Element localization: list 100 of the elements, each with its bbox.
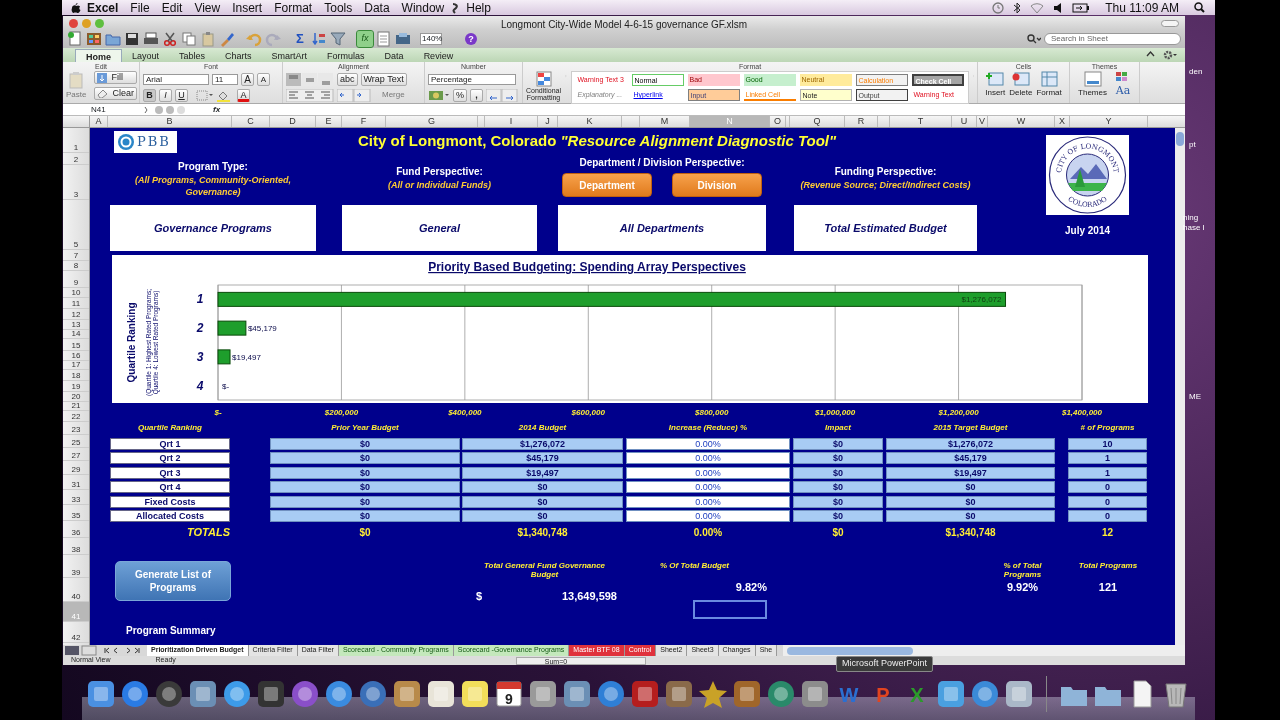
font-color-button[interactable]: A [237,88,250,102]
font-name-field[interactable]: Arial [143,73,209,85]
row-header[interactable]: 29 [63,461,89,475]
formula-builder-button[interactable]: fx [357,31,373,47]
app-icon[interactable] [290,679,320,709]
row-header[interactable]: 9 [63,271,89,288]
new-document-icon[interactable] [67,31,83,47]
column-header[interactable]: V [977,116,988,127]
help-button[interactable]: ? [465,33,477,45]
ribbon-tab[interactable]: Formulas [317,49,375,62]
ribbon-tab[interactable]: Tables [169,49,216,62]
app-icon[interactable] [426,679,456,709]
menu-item[interactable]: Format [268,0,319,17]
menu-item[interactable]: Tools [318,0,359,17]
menu-item[interactable]: Insert [226,0,269,17]
menu-item[interactable]: Data [358,0,396,17]
column-header[interactable]: B [108,116,232,127]
row-header[interactable]: 19 [63,381,89,392]
vertical-align-icon[interactable] [286,72,334,86]
themes-button[interactable]: Themes [1078,71,1107,100]
window-pill-button[interactable] [1161,19,1179,27]
clock-icon[interactable] [992,1,1005,14]
app-icon[interactable] [324,679,354,709]
script-menu-icon[interactable] [450,1,461,14]
selected-cell[interactable] [693,599,767,619]
row-header[interactable]: 5 [63,200,89,250]
menu-item[interactable]: Help [460,0,497,17]
scroll-thumb[interactable] [787,646,914,655]
row-header[interactable]: 18 [63,370,89,381]
app-icon[interactable] [732,679,762,709]
column-header[interactable]: A [90,116,108,127]
app-icon[interactable] [562,679,592,709]
column-header[interactable]: K [558,116,622,127]
row-header[interactable]: 38 [63,538,89,555]
column-header[interactable]: W [988,116,1055,127]
app-icon[interactable] [970,679,1000,709]
column-header[interactable]: Y [1070,116,1148,127]
underline-button[interactable]: U [175,88,188,102]
bold-button[interactable]: B [143,88,156,102]
row-header[interactable]: 11 [63,298,89,309]
menu-item[interactable]: Window [395,0,451,17]
insert-button[interactable]: Insert [985,71,1006,99]
font-size-field[interactable]: 11 [212,73,238,85]
shrink-font-button[interactable]: A [257,72,270,86]
clear-button[interactable]: Clear [94,87,137,100]
view-buttons-icon[interactable] [63,645,99,656]
row-header[interactable]: 39 [63,555,89,578]
ribbon-tab[interactable]: Review [413,49,464,62]
app-menu[interactable]: Excel [81,0,125,17]
row-header[interactable]: 10 [63,288,89,298]
app-icon[interactable] [86,679,116,709]
column-header[interactable]: F [342,116,386,127]
app-icon[interactable] [766,679,796,709]
column-header[interactable]: E [316,116,342,127]
row-header[interactable]: 13 [63,320,89,330]
column-header[interactable]: U [952,116,977,127]
apple-menu-icon[interactable] [70,1,81,14]
zoom-field[interactable]: 140% [420,33,442,45]
app-icon[interactable] [528,679,558,709]
menu-item[interactable]: Edit [155,0,189,17]
currency-icon[interactable] [428,88,450,102]
calendar-icon[interactable]: 9 [494,679,524,709]
number-format-field[interactable]: Percentage [428,73,516,85]
column-header[interactable]: G [386,116,478,127]
scissors-icon[interactable] [162,31,178,47]
app-icon[interactable] [596,679,626,709]
settings-icon[interactable] [1163,50,1177,60]
collapse-icon[interactable] [1146,50,1155,57]
sum-button[interactable]: Σ [292,31,308,47]
row-header[interactable]: 7 [63,250,89,261]
format-button[interactable]: Format [1036,71,1062,99]
percent-button[interactable]: % [453,88,467,102]
scroll-thumb[interactable] [1176,132,1184,146]
theme-fonts-button[interactable]: Aa [1115,83,1131,100]
row-header[interactable]: 36 [63,521,89,538]
app-icon[interactable] [664,679,694,709]
row-header[interactable]: 33 [63,490,89,505]
star-icon[interactable] [698,679,728,709]
comma-button[interactable]: , [470,88,483,102]
ribbon-tab[interactable]: Charts [215,49,262,62]
generate-list-button[interactable]: Generate List of Programs [115,561,231,601]
column-header[interactable]: C [232,116,270,127]
row-header[interactable]: 42 [63,622,89,643]
perspective-value[interactable]: General [342,205,537,251]
fill-button[interactable]: Fill [94,71,137,84]
menu-item[interactable]: View [188,0,227,17]
wrap-text-button[interactable]: Wrap Text [360,72,407,86]
save-icon[interactable] [124,31,140,47]
column-header[interactable]: O [770,116,786,127]
column-header[interactable]: Q [790,116,845,127]
ribbon-tab[interactable]: SmartArt [261,49,318,62]
clipboard-icon[interactable] [200,31,216,47]
sort-icon[interactable] [311,31,327,47]
row-header[interactable]: 3 [63,165,89,200]
app-icon[interactable] [1004,679,1034,709]
row-header[interactable]: 14 [63,330,89,339]
app-icon[interactable] [392,679,422,709]
app-icon[interactable] [358,679,388,709]
row-header[interactable]: 23 [63,422,89,435]
perspective-value[interactable]: All Departments [558,205,766,251]
